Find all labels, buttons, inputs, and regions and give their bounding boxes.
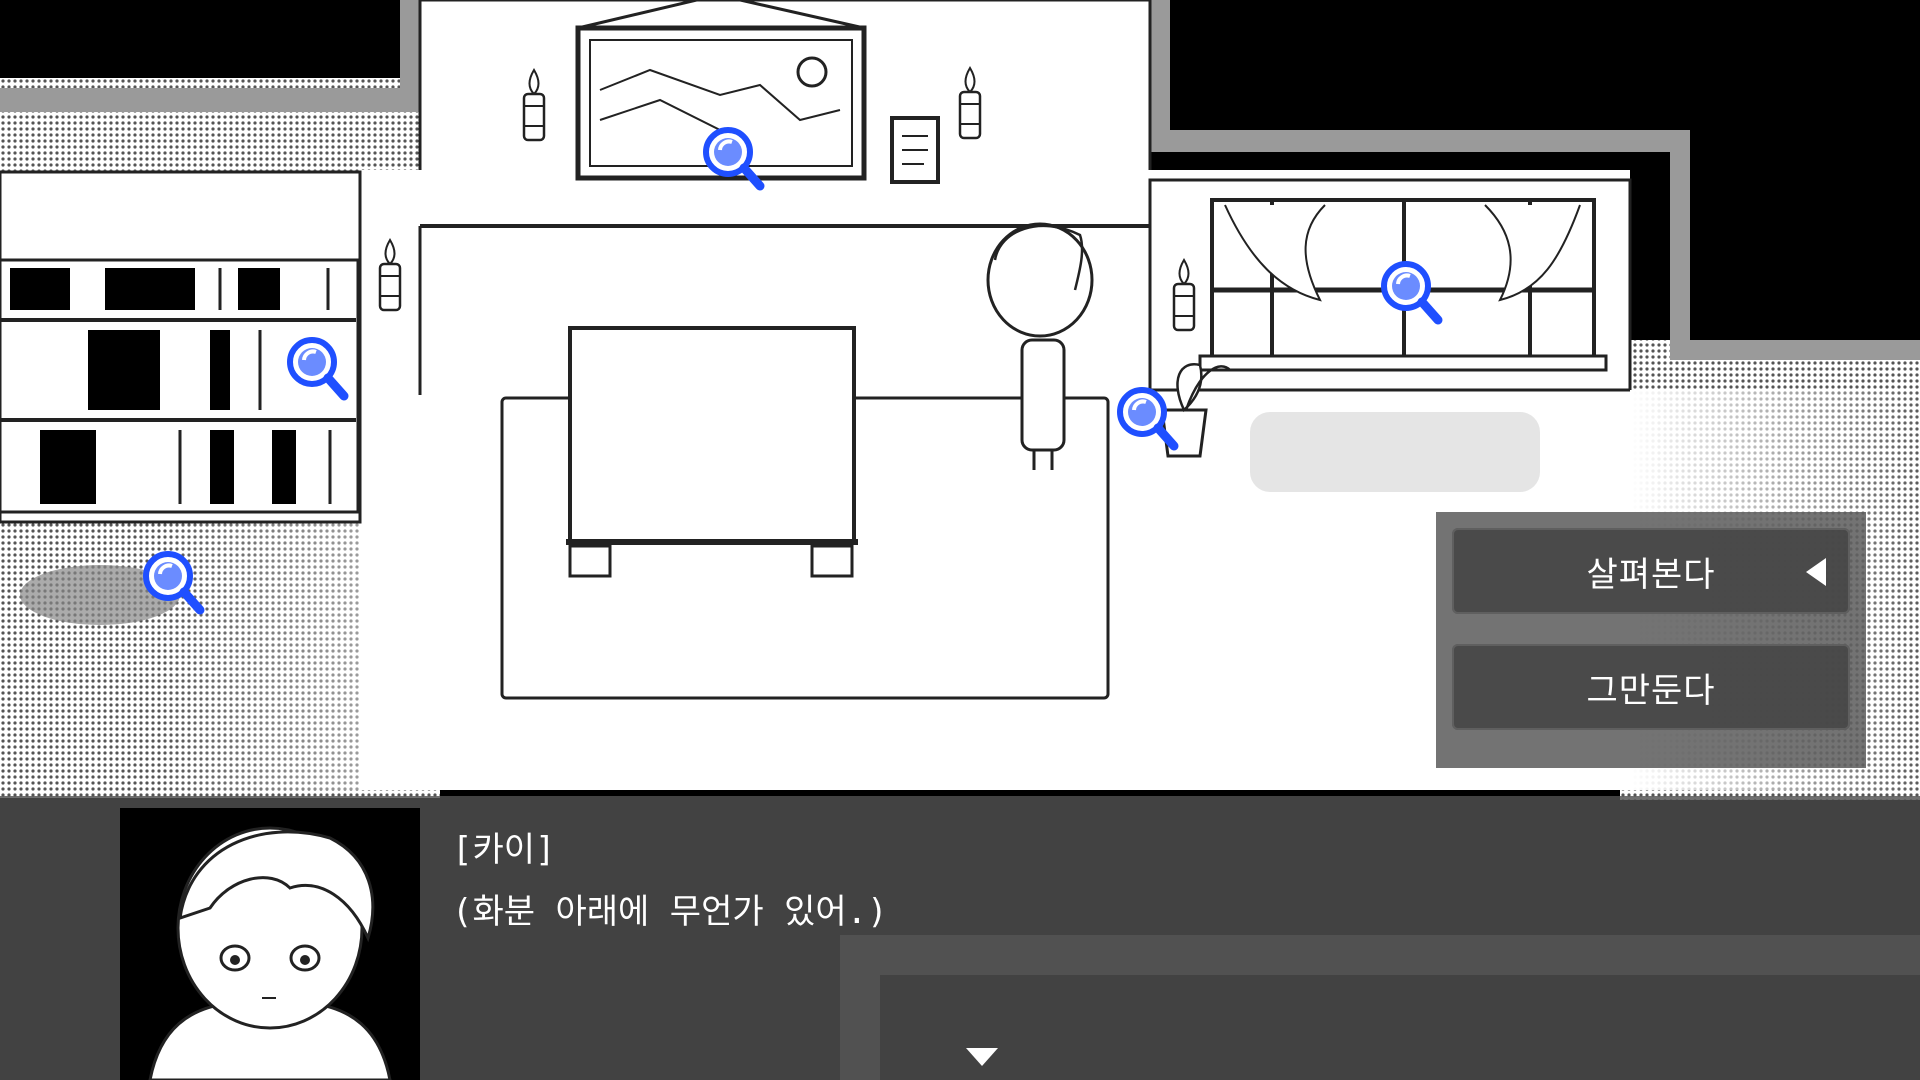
triangle-down-icon[interactable] <box>966 1048 998 1066</box>
dialogue-text: (화분 아래에 무언가 있어.) <box>452 892 888 932</box>
table <box>566 326 858 578</box>
choice-label: 그만둔다 <box>1586 670 1716 711</box>
speaker-portrait <box>120 808 420 1080</box>
choice-menu: 살펴본다 그만둔다 <box>1436 512 1866 768</box>
triangle-left-icon <box>1806 558 1826 586</box>
game-screen: 살펴본다 그만둔다 [카이] (화분 아래에 무언가 있어.) <box>0 0 1920 1080</box>
choice-label: 살펴본다 <box>1586 554 1716 595</box>
choice-quit[interactable]: 그만둔다 <box>1452 644 1850 730</box>
choice-investigate[interactable]: 살펴본다 <box>1452 528 1850 614</box>
speaker-name: [카이] <box>452 830 556 870</box>
